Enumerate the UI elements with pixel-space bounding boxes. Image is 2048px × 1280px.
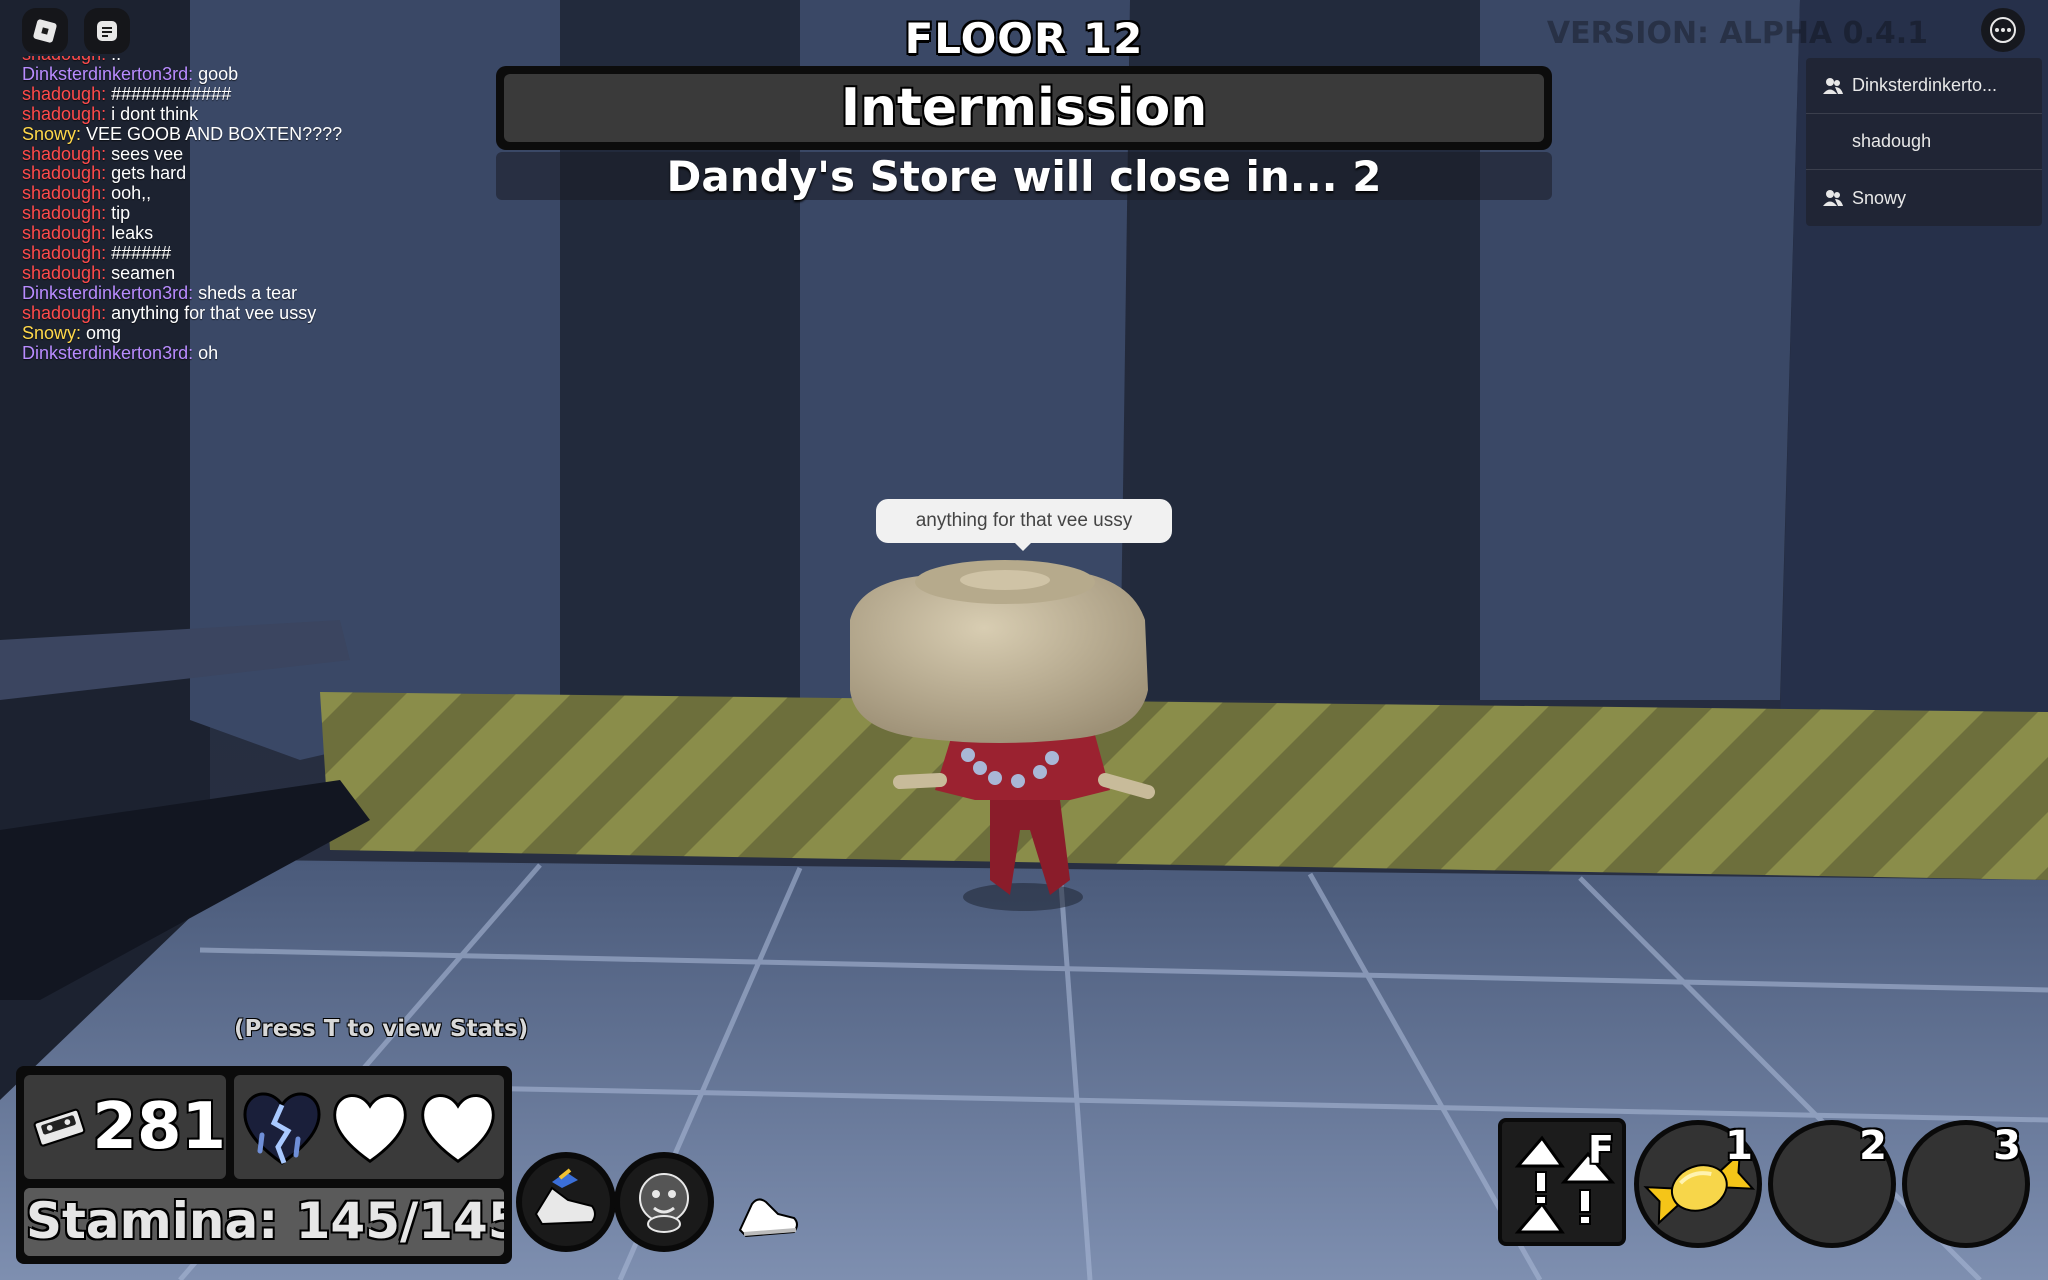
more-menu-button[interactable] [1981,8,2025,52]
sprint-shoe-icon[interactable] [734,1184,802,1244]
item-slot-2[interactable]: 2 [1768,1120,1896,1248]
chat-username[interactable]: shadough: [22,84,106,104]
chat-message: Snowy: VEE GOOB AND BOXTEN???? [22,123,442,145]
player-name: shadough [1852,131,1932,151]
chat-text: i dont think [111,103,199,124]
heart-full-icon [421,1094,495,1164]
tapes-panel: 281 [24,1075,226,1179]
chat-text: sheds a tear [198,282,298,303]
chat-text: ###### [111,243,172,264]
ability-slot-f[interactable]: F [1498,1118,1626,1246]
chat-log: shadough:..Dinksterdinkerton3rd:goobshad… [22,56,442,376]
chat-text: goob [198,63,239,84]
chat-username[interactable]: Dinksterdinkerton3rd: [22,64,193,84]
player-list: Dinksterdinkerto... shadough Snowy [1806,58,2042,226]
chat-text: sees vee [111,143,184,164]
broken-heart-icon [243,1092,321,1165]
speech-bubble: anything for that vee ussy [876,499,1172,551]
slot-number: 3 [1993,1123,2021,1169]
chat-message: shadough: sees vee [22,143,442,165]
chat-username[interactable]: shadough: [22,303,106,323]
chat-username[interactable]: Snowy: [22,124,81,144]
chat-text: tip [111,203,131,224]
chat-message: shadough: leaks [22,223,442,244]
chat-username[interactable]: Dinksterdinkerton3rd: [22,283,193,303]
item-slot-1[interactable]: 1 [1634,1120,1762,1248]
chat-message: shadough: ooh,, [22,183,442,204]
chat-message: shadough: gets hard [22,163,442,184]
chat-message: shadough: i dont think [22,103,442,125]
chat-username[interactable]: shadough: [22,104,106,124]
store-countdown: Dandy's Store will close in... 2 [496,152,1552,201]
chat-message: Dinksterdinkerton3rd: goob [22,63,442,85]
heart-full-icon [333,1094,407,1164]
friends-icon [1823,190,1843,206]
chat-text: gets hard [111,163,187,184]
chat-text: leaks [111,223,154,244]
chat-message: Dinksterdinkerton3rd: sheds a tear [22,282,442,304]
player-row[interactable]: Snowy [1806,170,2042,226]
chat-message: shadough: anything for that vee ussy [22,302,442,324]
stats-hint: (Press T to view Stats) [234,1016,529,1042]
chat-username[interactable]: shadough: [22,144,106,164]
friends-icon [1823,77,1843,94]
hearts-panel [234,1075,504,1179]
chat-username[interactable]: shadough: [22,203,106,223]
chat-text: seamen [111,262,176,283]
floor-title: FLOOR 12 [904,14,1144,63]
chat-username[interactable]: shadough: [22,183,106,203]
player-row[interactable]: Dinksterdinkerto... [1806,58,2042,114]
chat-username[interactable]: shadough: [22,163,106,183]
sneaker-trinket-icon [534,1168,596,1226]
phase-banner: Intermission [496,66,1552,150]
chat-text: oh [198,342,219,363]
chat-username[interactable]: Snowy: [22,323,81,343]
chat-username[interactable]: shadough: [22,243,106,263]
chat-message: shadough: ###### [22,243,442,264]
slot-number: 2 [1859,1123,1887,1169]
player-name: Snowy [1852,187,1907,208]
chat-username[interactable]: shadough: [22,223,106,243]
chat-username[interactable]: Dinksterdinkerton3rd: [22,343,193,363]
chat-text: VEE GOOB AND BOXTEN???? [86,123,343,144]
ability-button-trinket-1[interactable] [516,1152,616,1252]
chat-text: anything for that vee ussy [111,302,317,323]
stamina-label: Stamina: 145/145 [26,1192,504,1250]
phase-label: Intermission [504,74,1544,142]
chat-message: Dinksterdinkerton3rd: oh [22,342,442,364]
cassette-tape-icon [33,1108,86,1147]
ability-key-label: F [1588,1128,1614,1172]
chat-message: shadough: tip [22,203,442,224]
chat-message: shadough: ############ [22,83,442,105]
chat-text: ooh,, [111,183,152,204]
chat-username[interactable]: shadough: [22,263,106,283]
stamina-bar: Stamina: 145/145 [24,1188,504,1256]
creature-trinket-icon [639,1173,689,1233]
more-icon [1990,17,2016,43]
chat-text: omg [86,322,122,343]
item-slot-3[interactable]: 3 [1902,1120,2030,1248]
tapes-count: 281 [92,1090,226,1164]
ability-button-trinket-2[interactable] [614,1152,714,1252]
chat-message: shadough: seamen [22,262,442,284]
chat-message: Snowy: omg [22,322,442,344]
player-name: Dinksterdinkerto... [1852,75,1998,95]
slot-number: 1 [1725,1123,1753,1169]
player-row[interactable]: shadough [1806,114,2042,170]
chat-text: ############ [111,83,232,104]
